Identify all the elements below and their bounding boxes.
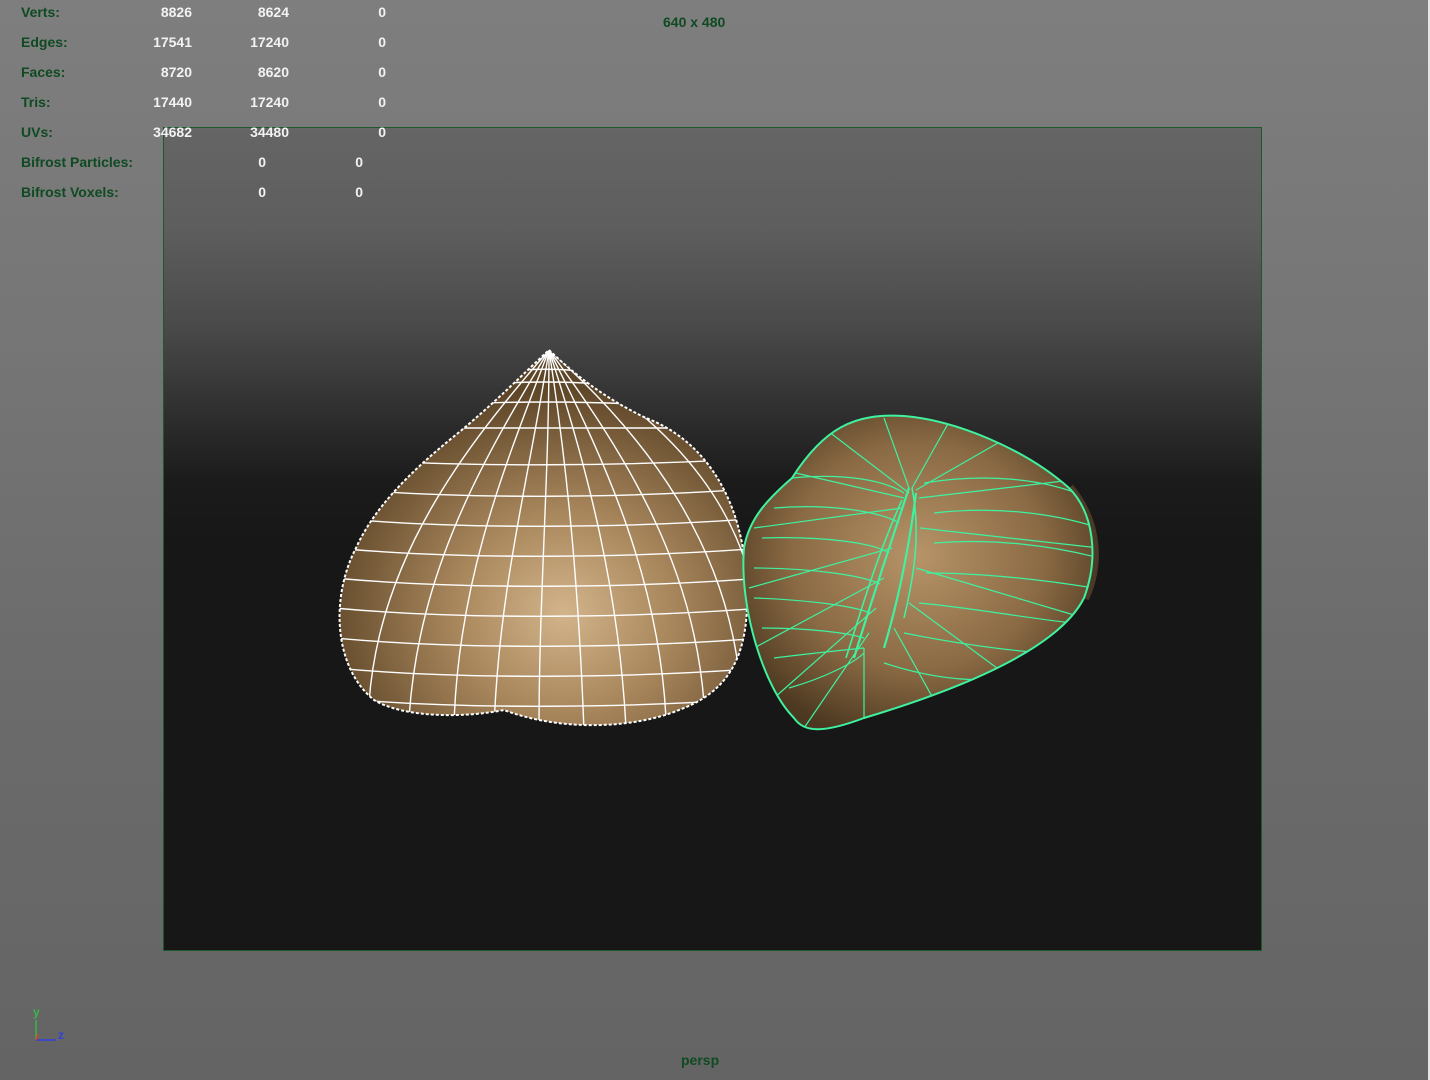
hud-value: 0 xyxy=(378,34,386,50)
axis-gizmo-icon: y z xyxy=(33,1005,64,1042)
hud-row-tris: Tris: 17440 17240 0 xyxy=(0,94,420,114)
resolution-gate[interactable] xyxy=(163,127,1262,951)
viewport-scene[interactable] xyxy=(164,128,1261,950)
hud-value: 0 xyxy=(378,94,386,110)
hud-value: 8720 xyxy=(160,64,192,80)
hud-value: 0 xyxy=(258,184,266,200)
hud-value: 0 xyxy=(378,124,386,140)
hud-label: Tris: xyxy=(21,94,51,110)
hud-value: 17240 xyxy=(250,94,289,110)
hud-label: Verts: xyxy=(21,4,60,20)
poly-count-hud: Verts: 8826 8624 0 Edges: 17541 17240 0 … xyxy=(0,0,420,210)
hud-value: 8624 xyxy=(257,4,289,20)
hud-label: Faces: xyxy=(21,64,66,80)
resolution-gate-label: 640 x 480 xyxy=(663,14,726,30)
hud-row-edges: Edges: 17541 17240 0 xyxy=(0,34,420,54)
hud-value: 0 xyxy=(378,4,386,20)
hud-value: 17240 xyxy=(250,34,289,50)
camera-name-label: persp xyxy=(681,1052,720,1068)
hud-value: 0 xyxy=(258,154,266,170)
hud-row-faces: Faces: 8720 8620 0 xyxy=(0,64,420,84)
hud-value: 34480 xyxy=(250,124,289,140)
hud-row-uvs: UVs: 34682 34480 0 xyxy=(0,124,420,144)
view-axis-indicator: y z xyxy=(28,1002,72,1046)
hazelnut-whole-mesh[interactable] xyxy=(334,349,764,731)
hud-value: 0 xyxy=(355,154,363,170)
axis-y-label: y xyxy=(33,1005,40,1019)
hud-row-bifrost-voxels: Bifrost Voxels: 0 0 xyxy=(0,184,420,204)
hud-value: 17541 xyxy=(153,34,192,50)
hazelnut-half-mesh[interactable] xyxy=(742,413,1099,731)
hud-value: 8826 xyxy=(160,4,192,20)
hud-label: Bifrost Voxels: xyxy=(21,184,119,200)
hud-value: 8620 xyxy=(257,64,289,80)
hud-value: 0 xyxy=(378,64,386,80)
axis-z-label: z xyxy=(58,1028,64,1042)
hud-label: Edges: xyxy=(21,34,68,50)
hud-value: 34682 xyxy=(153,124,192,140)
hud-value: 0 xyxy=(355,184,363,200)
hud-label: UVs: xyxy=(21,124,53,140)
hud-row-bifrost-particles: Bifrost Particles: 0 0 xyxy=(0,154,420,174)
hud-label: Bifrost Particles: xyxy=(21,154,134,170)
hud-value: 17440 xyxy=(153,94,192,110)
hud-row-verts: Verts: 8826 8624 0 xyxy=(0,4,420,24)
